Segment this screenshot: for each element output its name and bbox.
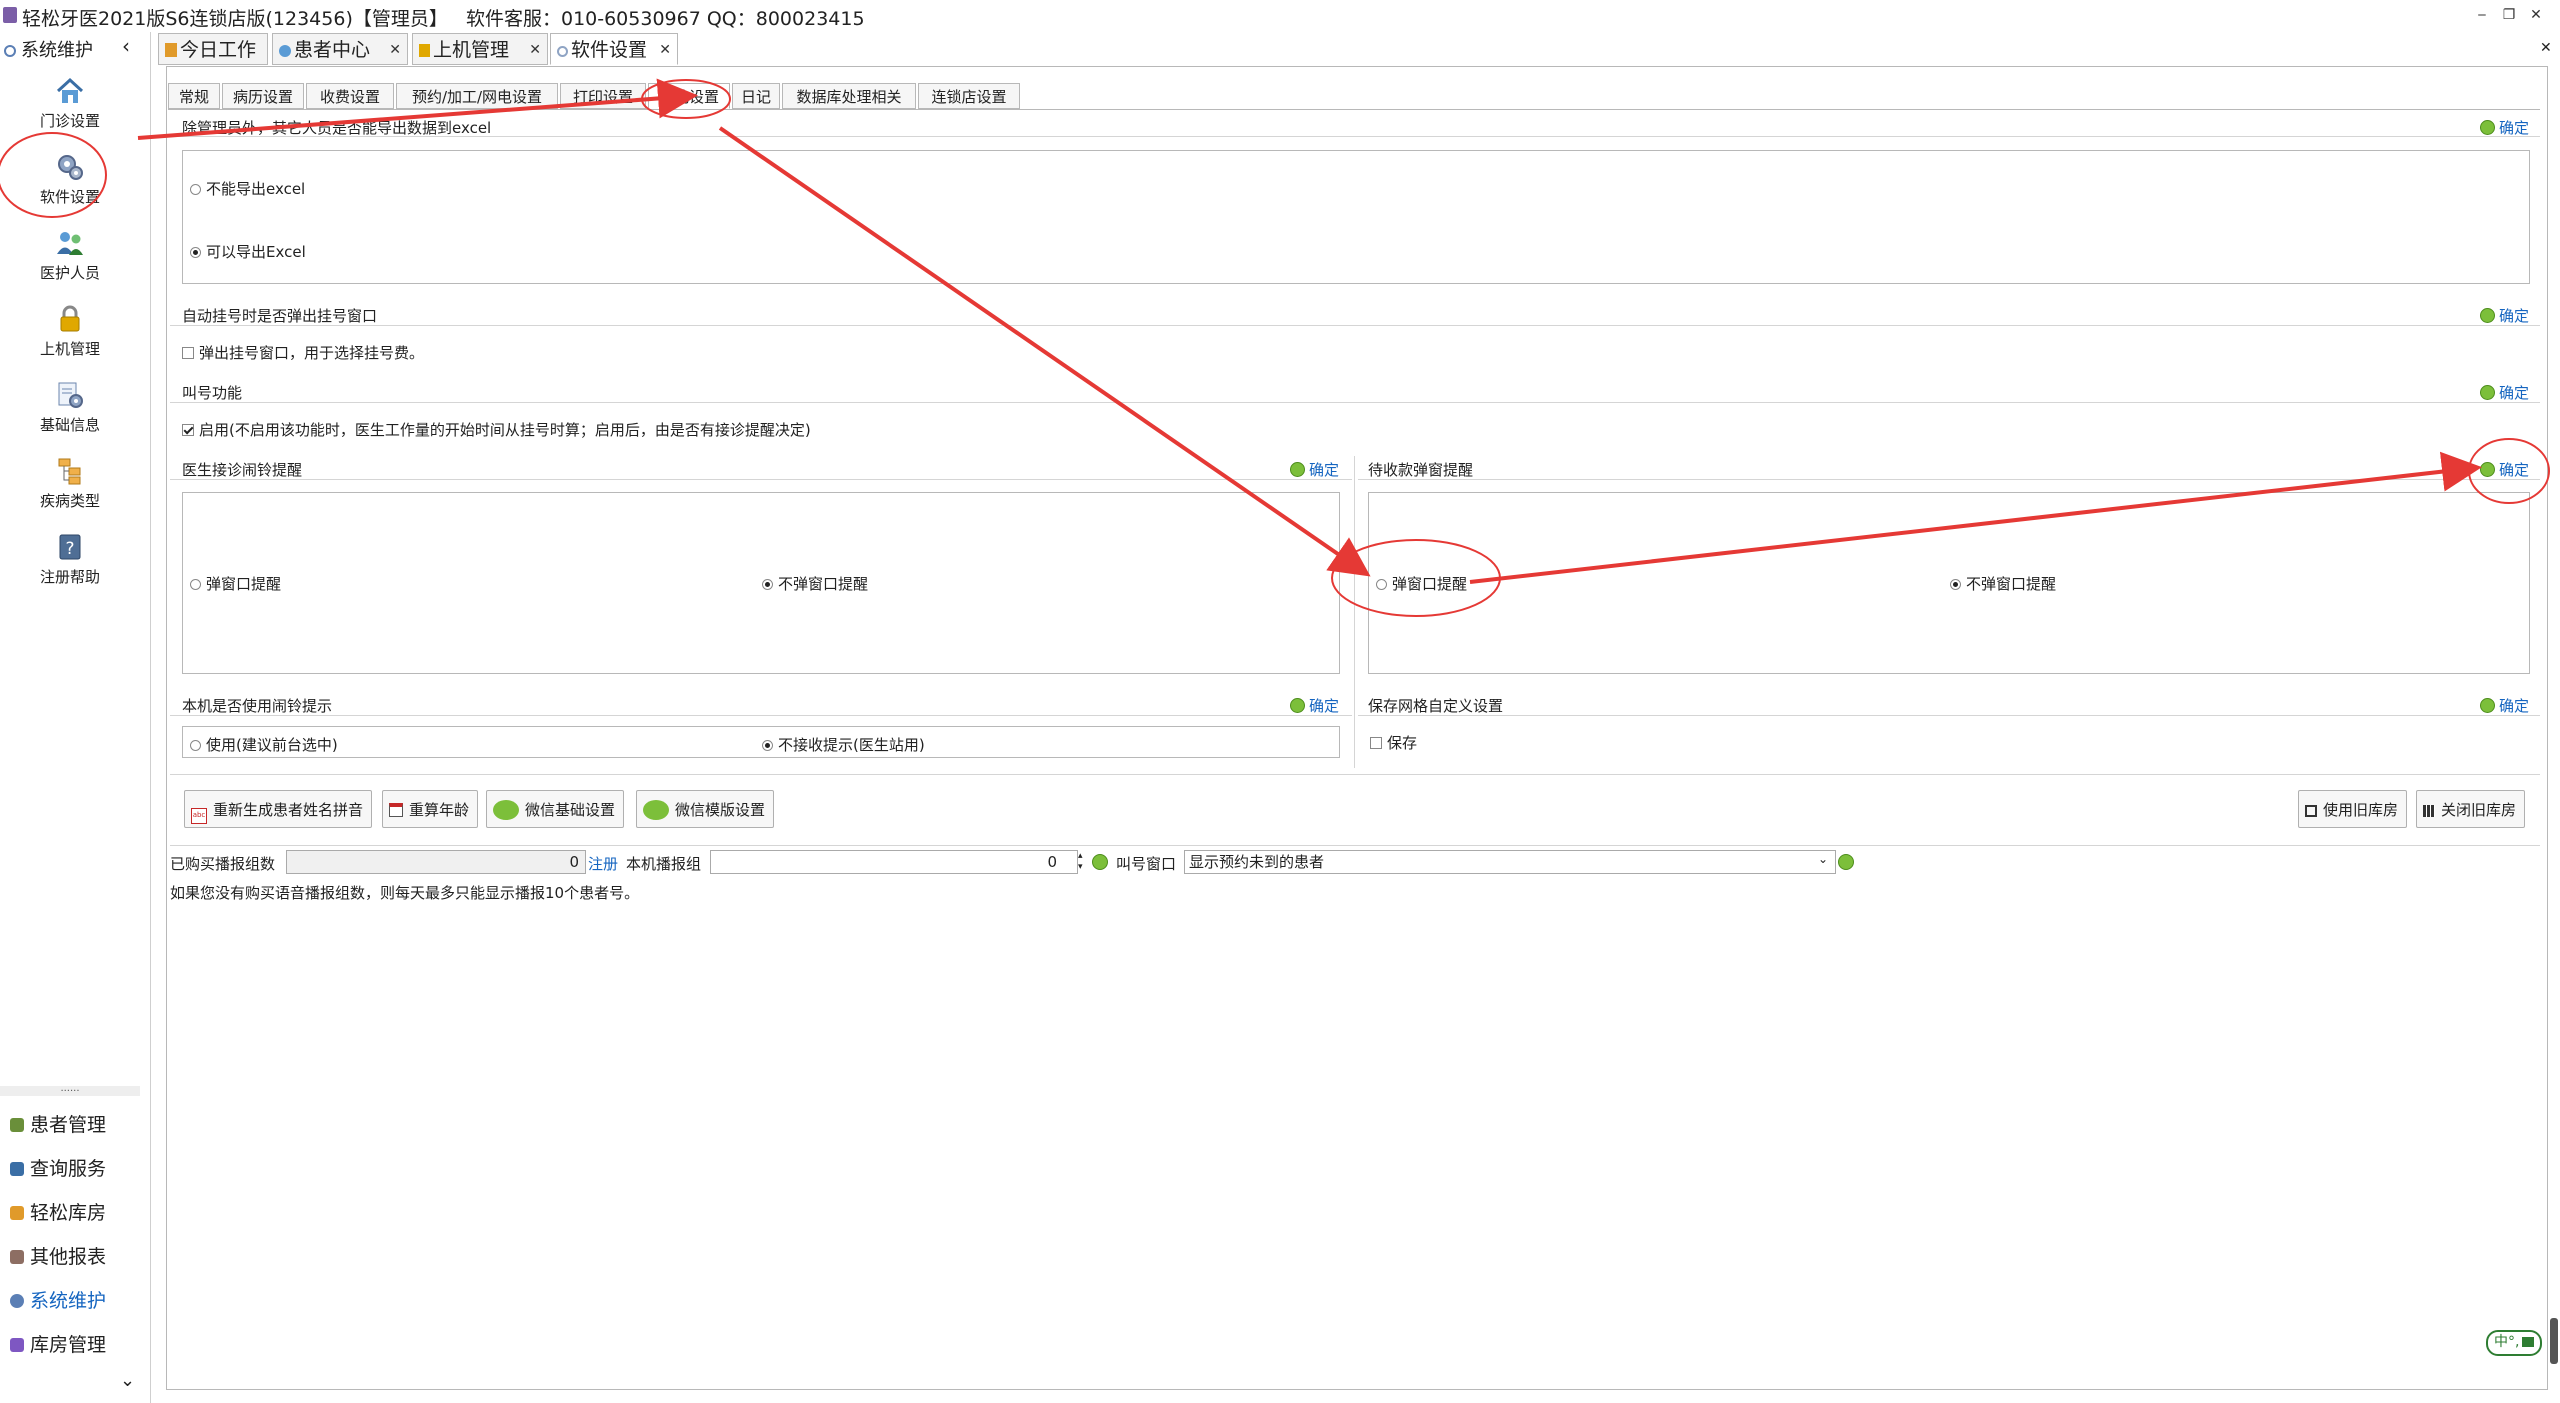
annotation-arrow [137, 78, 698, 140]
annotation-circle [0, 132, 107, 218]
annotation-arrow [718, 126, 1371, 577]
annotation-arrow [1469, 451, 2482, 584]
annotation-circle [2468, 438, 2550, 504]
annotation-overlay [0, 78, 2550, 617]
annotation-circle [1331, 539, 1501, 617]
